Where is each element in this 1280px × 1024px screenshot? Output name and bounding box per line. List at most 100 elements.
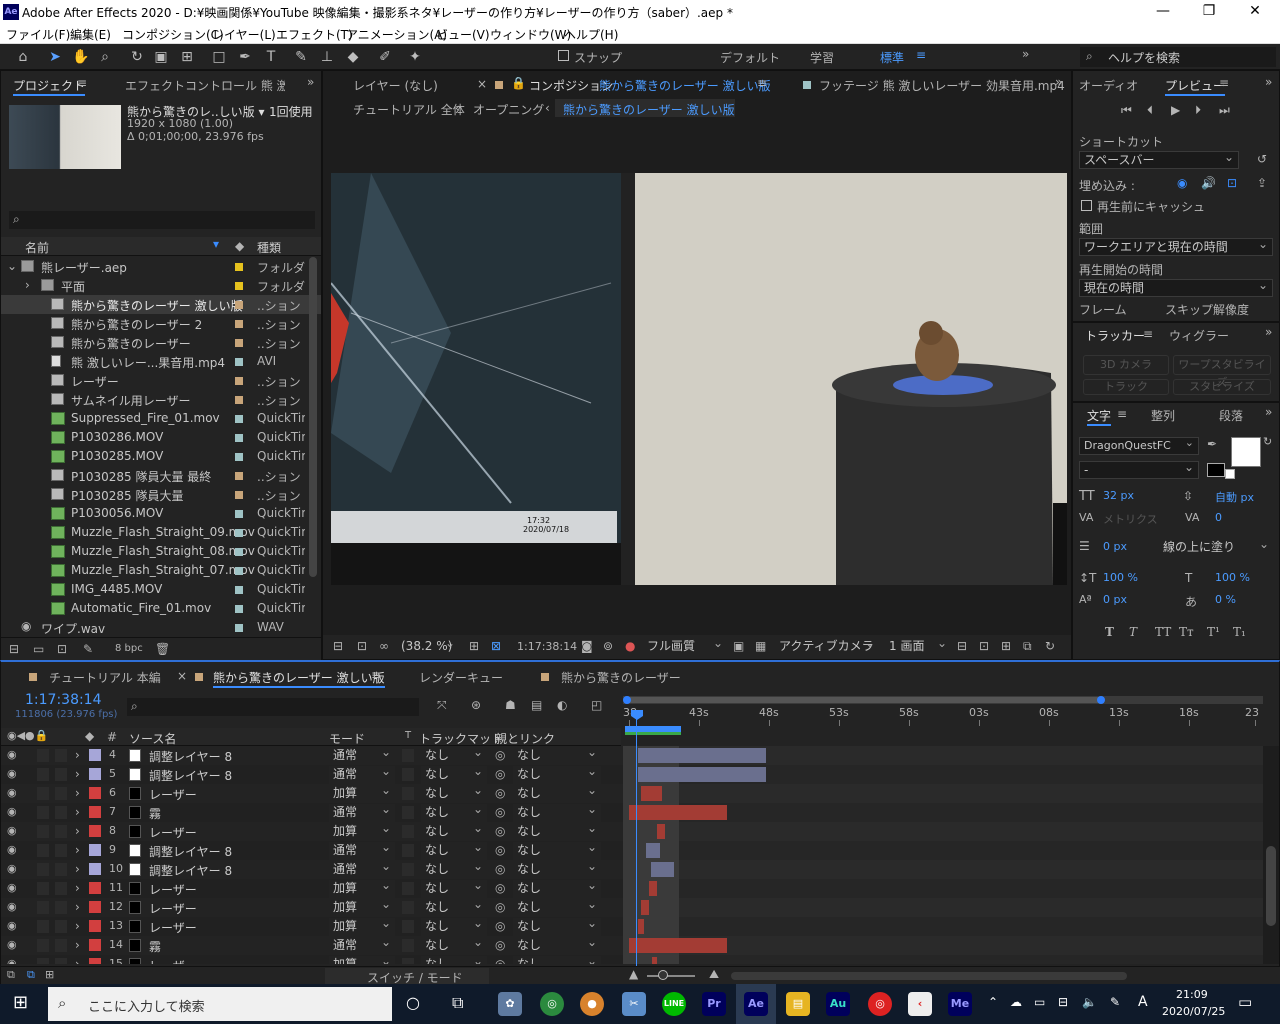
parent-dropdown[interactable]: なし	[513, 899, 601, 917]
solo-switch[interactable]	[37, 806, 49, 819]
lock-switch[interactable]	[55, 806, 67, 819]
parent-dropdown[interactable]: なし	[513, 918, 601, 936]
layer-name[interactable]: 霧	[149, 938, 161, 955]
layer-duration-bar[interactable]	[638, 748, 766, 763]
project-item[interactable]: ◉ ワイプ.wav WAV	[1, 618, 321, 637]
col-type[interactable]: 種類	[257, 239, 281, 256]
layer-name[interactable]: レーザー	[149, 900, 197, 917]
preserve-transparency-switch[interactable]	[402, 920, 414, 933]
track-motion-button[interactable]: トラック	[1083, 379, 1169, 395]
layer-duration-bar[interactable]	[629, 805, 727, 820]
label-color-swatch[interactable]	[235, 605, 243, 613]
stroke-color-swatch[interactable]	[1207, 463, 1225, 477]
layer-row[interactable]: ◉ › 4 調整レイヤー 8 通常 なし ◎ なし	[1, 746, 1263, 765]
last-frame-icon[interactable]: ⏭	[1219, 103, 1230, 118]
layer-label-color[interactable]	[89, 844, 101, 856]
layer-label-color[interactable]	[89, 882, 101, 894]
label-color-swatch[interactable]	[235, 301, 243, 309]
menu-item-7[interactable]: ウィンドウ(W)	[490, 26, 571, 43]
menu-item-2[interactable]: コンポジション(C)	[122, 26, 224, 43]
warp-stabilizer-button[interactable]: ワープスタビライズ	[1173, 355, 1271, 389]
visibility-eye-icon[interactable]: ◉	[7, 805, 17, 818]
solo-switch[interactable]	[37, 844, 49, 857]
snipping-icon[interactable]: ✂	[622, 992, 646, 1016]
col-name[interactable]: 名前	[25, 239, 49, 256]
notification-icon[interactable]: ▭	[1238, 993, 1252, 1011]
visibility-eye-icon[interactable]: ◉	[7, 786, 17, 799]
playhead[interactable]	[636, 714, 637, 966]
track-matte-dropdown[interactable]: なし	[421, 956, 487, 964]
expand-arrow-icon[interactable]: ›	[75, 805, 80, 819]
tab-effect-controls[interactable]: エフェクトコントロール 熊 激し	[125, 77, 285, 94]
eyedropper-icon[interactable]: ✒	[1207, 437, 1217, 451]
layer-label-color[interactable]	[89, 787, 101, 799]
more-tabs-icon[interactable]: »	[1055, 75, 1062, 89]
tab-paragraph[interactable]: 段落	[1219, 407, 1243, 424]
pick-whip-icon[interactable]: ◎	[495, 881, 505, 895]
timeline-scrollbar[interactable]	[1263, 746, 1279, 964]
layer-duration-bar[interactable]	[638, 767, 766, 782]
eraser-tool-icon[interactable]: ◆	[344, 48, 362, 66]
menu-item-5[interactable]: アニメーション(A)	[346, 26, 447, 43]
more-tabs-icon[interactable]: »	[1265, 325, 1272, 339]
project-item[interactable]: P1030286.MOV QuickTime	[1, 428, 321, 447]
pan-behind-tool-icon[interactable]: ⊞	[178, 48, 196, 66]
more-tabs-icon[interactable]: »	[1265, 75, 1272, 89]
panel-menu-icon[interactable]: ≡	[1143, 327, 1153, 341]
label-color-swatch[interactable]	[235, 339, 243, 347]
project-item[interactable]: P1030285 隊員大量 最終 ..ション	[1, 466, 321, 485]
project-item[interactable]: Muzzle_Flash_Straight_08.movQuickTime	[1, 542, 321, 561]
stroke-width-value[interactable]: 0 px	[1103, 540, 1127, 553]
project-scrollbar[interactable]	[309, 257, 317, 577]
roi-icon[interactable]: ▣	[733, 639, 744, 653]
col-t[interactable]: T	[405, 730, 411, 741]
layer-label-color[interactable]	[89, 749, 101, 761]
blend-mode-dropdown[interactable]: 加算	[329, 956, 395, 964]
comp-flowchart-icon[interactable]: ⤧	[437, 698, 447, 713]
layer-name[interactable]: 調整レイヤー 8	[149, 748, 232, 765]
pick-whip-icon[interactable]: ◎	[495, 824, 505, 838]
project-item[interactable]: ⌄ 熊レーザー.aep フォルダー	[1, 257, 321, 276]
draft-3d-icon[interactable]: ⊛	[471, 698, 481, 712]
layer-duration-bar[interactable]	[646, 843, 660, 858]
faux-italic-icon[interactable]: T	[1129, 625, 1137, 639]
expand-arrow-icon[interactable]: ›	[25, 278, 30, 292]
visibility-eye-icon[interactable]: ◉	[7, 862, 17, 875]
layer-row[interactable]: ◉ › 14 霧 通常 なし ◎ なし	[1, 936, 1263, 955]
channel-icon[interactable]: ●	[625, 639, 635, 653]
lock-switch[interactable]	[55, 958, 67, 964]
menu-item-4[interactable]: エフェクト(T)	[276, 26, 353, 43]
video-toggle-icon[interactable]: ◉	[1177, 176, 1187, 190]
tab-layer[interactable]: レイヤー (なし)	[353, 77, 438, 94]
parent-dropdown[interactable]: なし	[513, 956, 601, 964]
font-size-value[interactable]: 32 px	[1103, 489, 1134, 502]
maximize-button[interactable]: ❐	[1186, 0, 1232, 24]
stabilize-motion-button[interactable]: スタビライズ	[1173, 379, 1271, 395]
timeline-tab-0[interactable]: チュートリアル 本編	[49, 669, 161, 686]
preserve-transparency-switch[interactable]	[402, 844, 414, 857]
expand-switches-icon[interactable]: ⧉	[7, 968, 15, 982]
col-source-name[interactable]: ソース名	[129, 730, 176, 747]
tab-tracker[interactable]: トラッカー	[1085, 327, 1145, 344]
more-tabs-icon[interactable]: »	[1265, 405, 1272, 419]
col-track-matte[interactable]: トラックマット	[419, 730, 503, 747]
rectangle-tool-icon[interactable]: □	[210, 48, 228, 66]
pick-whip-icon[interactable]: ◎	[495, 919, 505, 933]
panel-menu-icon[interactable]: ≡	[757, 76, 767, 90]
solo-switch[interactable]	[37, 939, 49, 952]
blend-mode-dropdown[interactable]: 加算	[329, 823, 395, 841]
layer-row[interactable]: ◉ › 5 調整レイヤー 8 通常 なし ◎ なし	[1, 765, 1263, 784]
layer-label-color[interactable]	[89, 825, 101, 837]
project-item[interactable]: サムネイル用レーザー ..ション	[1, 390, 321, 409]
lock-switch[interactable]	[55, 901, 67, 914]
small-caps-icon[interactable]: Tт	[1179, 625, 1194, 639]
tray-expand-icon[interactable]: ⌃	[988, 995, 998, 1009]
line-icon[interactable]: LINE	[662, 992, 686, 1016]
snapshot-icon[interactable]: ◙	[581, 639, 593, 653]
track-camera-button[interactable]: 3D カメラ	[1083, 355, 1169, 375]
tab-footage[interactable]: フッテージ 熊 激しいレーザー 効果音用.mp4	[819, 77, 1065, 94]
expand-modes-icon[interactable]: ⧉	[27, 968, 35, 982]
battery-icon[interactable]: ▭	[1034, 995, 1045, 1009]
baseline-value[interactable]: 0 px	[1103, 593, 1127, 606]
paint-app-icon[interactable]: ✿	[498, 992, 522, 1016]
